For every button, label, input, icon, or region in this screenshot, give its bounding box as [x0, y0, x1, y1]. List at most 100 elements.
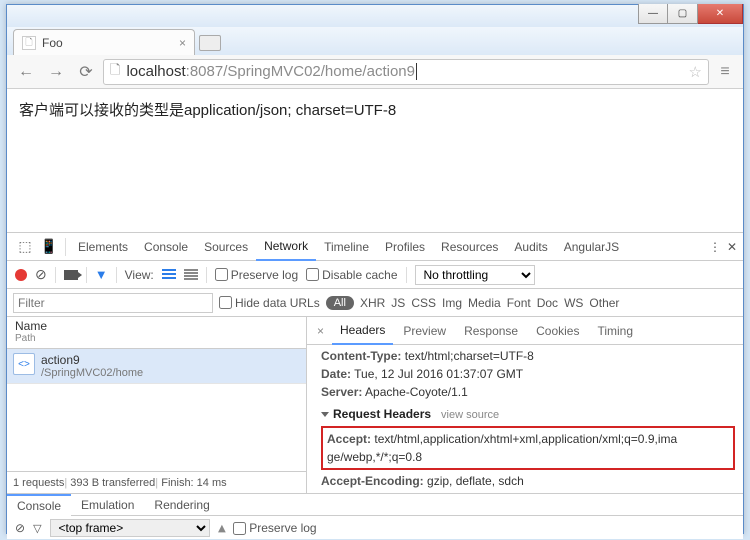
drawer-tabs: Console Emulation Rendering	[7, 494, 743, 516]
dtab-cookies[interactable]: Cookies	[528, 317, 587, 345]
clear-console-button[interactable]: ⊘	[15, 521, 25, 535]
window-controls: — ▢ ✕	[638, 4, 743, 24]
menu-button[interactable]: ≡	[713, 60, 737, 84]
footer-transferred: 393 B transferred	[64, 477, 155, 489]
view-source-link[interactable]: view source	[441, 409, 499, 421]
tab-network[interactable]: Network	[256, 233, 316, 261]
browser-window: — ▢ ✕ 🗋 Foo × ← → ⟳ 🗋 localhost:8087/Spr…	[6, 4, 744, 534]
forward-button[interactable]: →	[43, 59, 69, 85]
request-row[interactable]: <> action9 /SpringMVC02/home	[7, 349, 306, 384]
dtab-timing[interactable]: Timing	[589, 317, 641, 345]
browser-tab[interactable]: 🗋 Foo ×	[13, 29, 195, 55]
filter-other[interactable]: Other	[589, 296, 619, 310]
record-button[interactable]	[15, 269, 27, 281]
dtab-preview[interactable]: Preview	[395, 317, 454, 345]
large-rows-button[interactable]	[162, 269, 176, 281]
header-content-type: Content-Type: text/html;charset=UTF-8	[321, 347, 735, 365]
drawer-tab-rendering[interactable]: Rendering	[144, 494, 219, 516]
tab-timeline[interactable]: Timeline	[316, 233, 377, 261]
tab-sources[interactable]: Sources	[196, 233, 256, 261]
page-body-text: 客户端可以接收的类型是application/json; charset=UTF…	[19, 102, 396, 119]
console-toolbar: ⊘ ▽ <top frame> ▶ Preserve log	[7, 516, 743, 540]
reload-button[interactable]: ⟳	[73, 59, 99, 85]
filter-ws[interactable]: WS	[564, 296, 583, 310]
disable-cache-checkbox[interactable]: Disable cache	[306, 268, 397, 282]
network-filter-bar: Hide data URLs All XHR JS CSS Img Media …	[7, 289, 743, 317]
drawer-tab-console[interactable]: Console	[7, 494, 71, 516]
separator	[65, 238, 66, 256]
tab-angularjs[interactable]: AngularJS	[556, 233, 627, 261]
col-name: Name	[15, 319, 298, 333]
tab-console[interactable]: Console	[136, 233, 196, 261]
expand-triangle-icon	[321, 412, 329, 417]
url-text: localhost:8087/SpringMVC02/home/action9	[126, 63, 417, 80]
text-cursor	[416, 63, 417, 80]
request-headers-section[interactable]: Request Headersview source	[321, 405, 735, 424]
address-bar[interactable]: 🗋 localhost:8087/SpringMVC02/home/action…	[103, 59, 709, 85]
url-path: /SpringMVC02/home/action9	[223, 63, 415, 80]
separator	[86, 267, 87, 283]
window-titlebar: — ▢ ✕	[7, 5, 743, 27]
minimize-button[interactable]: —	[638, 4, 668, 24]
more-icon[interactable]: ⋮	[709, 240, 721, 254]
request-name: action9	[41, 353, 143, 367]
highlighted-accept-header: Accept: text/html,application/xhtml+xml,…	[321, 426, 735, 470]
small-rows-button[interactable]	[184, 269, 198, 281]
filter-js[interactable]: JS	[391, 296, 405, 310]
hide-data-urls-checkbox[interactable]: Hide data URLs	[219, 296, 320, 310]
throttling-select[interactable]: No throttling	[415, 265, 535, 285]
dtab-headers[interactable]: Headers	[332, 317, 393, 345]
devtools-tabbar: ⬚ 📱 Elements Console Sources Network Tim…	[7, 233, 743, 261]
devtools-close-icon[interactable]: ✕	[727, 240, 737, 254]
maximize-button[interactable]: ▢	[668, 4, 698, 24]
drawer-preserve-log-checkbox[interactable]: Preserve log	[233, 521, 316, 535]
drawer-preserve-log-label: Preserve log	[249, 521, 316, 535]
header-accept-wrap: ge/webp,*/*;q=0.8	[327, 448, 729, 466]
back-button[interactable]: ←	[13, 59, 39, 85]
browser-toolbar: ← → ⟳ 🗋 localhost:8087/SpringMVC02/home/…	[7, 55, 743, 89]
filter-toggle-icon[interactable]: ▼	[95, 267, 108, 282]
filter-icon[interactable]: ▽	[33, 522, 41, 535]
network-body: Name Path <> action9 /SpringMVC02/home 1…	[7, 317, 743, 493]
tab-close-icon[interactable]: ×	[179, 36, 186, 50]
filter-css[interactable]: CSS	[411, 296, 436, 310]
new-tab-button[interactable]	[199, 35, 221, 51]
close-button[interactable]: ✕	[698, 4, 743, 24]
detail-close-icon[interactable]: ×	[311, 324, 330, 338]
inspect-icon[interactable]: ⬚	[13, 238, 37, 255]
tab-resources[interactable]: Resources	[433, 233, 506, 261]
col-path: Path	[15, 333, 298, 344]
filter-doc[interactable]: Doc	[537, 296, 558, 310]
screenshot-button[interactable]	[64, 270, 78, 280]
filter-xhr[interactable]: XHR	[360, 296, 385, 310]
device-mode-icon[interactable]: 📱	[37, 238, 61, 255]
request-items: <> action9 /SpringMVC02/home	[7, 349, 306, 471]
request-list-pane: Name Path <> action9 /SpringMVC02/home 1…	[7, 317, 307, 493]
preserve-log-checkbox[interactable]: Preserve log	[215, 268, 298, 282]
clear-button[interactable]: ⊘	[35, 266, 47, 283]
request-detail-pane: × Headers Preview Response Cookies Timin…	[307, 317, 743, 493]
bookmark-star-icon[interactable]: ☆	[689, 63, 702, 81]
headers-body[interactable]: Content-Type: text/html;charset=UTF-8 Da…	[307, 345, 743, 493]
filter-all[interactable]: All	[326, 296, 354, 310]
tab-profiles[interactable]: Profiles	[377, 233, 433, 261]
filter-input[interactable]	[13, 293, 213, 313]
request-list-header[interactable]: Name Path	[7, 317, 306, 349]
chevron-icon: ▶	[216, 524, 227, 532]
url-host: localhost	[126, 63, 185, 80]
disable-cache-label: Disable cache	[322, 268, 397, 282]
drawer-tab-emulation[interactable]: Emulation	[71, 494, 144, 516]
request-footer: 1 requests 393 B transferred Finish: 14 …	[7, 471, 306, 493]
header-accept-encoding: Accept-Encoding: gzip, deflate, sdch	[321, 472, 735, 490]
detail-tabs: × Headers Preview Response Cookies Timin…	[307, 317, 743, 345]
separator	[55, 267, 56, 283]
filter-font[interactable]: Font	[507, 296, 531, 310]
filter-media[interactable]: Media	[468, 296, 501, 310]
tab-elements[interactable]: Elements	[70, 233, 136, 261]
dtab-response[interactable]: Response	[456, 317, 526, 345]
tab-title: Foo	[42, 36, 63, 50]
tab-audits[interactable]: Audits	[506, 233, 555, 261]
header-server: Server: Apache-Coyote/1.1	[321, 383, 735, 401]
filter-img[interactable]: Img	[442, 296, 462, 310]
frame-select[interactable]: <top frame>	[50, 519, 210, 537]
